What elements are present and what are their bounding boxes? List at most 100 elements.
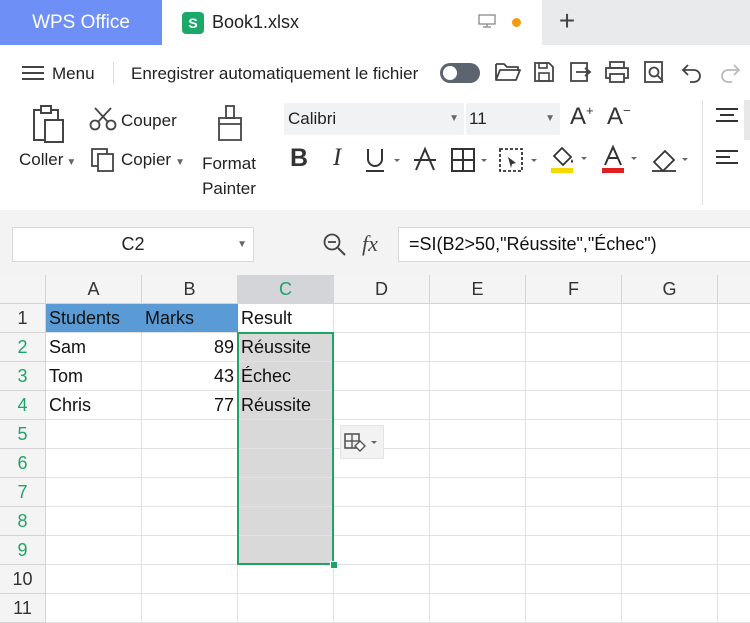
cell-a7[interactable]: [46, 478, 142, 507]
cell-e5[interactable]: [430, 420, 526, 449]
borders-icon[interactable]: [450, 147, 492, 175]
bold-button[interactable]: B: [290, 144, 308, 173]
menu-button[interactable]: Menu: [52, 64, 95, 84]
zoom-formula-icon[interactable]: [322, 232, 348, 258]
cell-d2[interactable]: [334, 333, 430, 362]
cell-g1[interactable]: [622, 304, 718, 333]
cell-b6[interactable]: [142, 449, 238, 478]
cell-e9[interactable]: [430, 536, 526, 565]
row-header-4[interactable]: 4: [0, 391, 46, 420]
cell-f2[interactable]: [526, 333, 622, 362]
cell-d7[interactable]: [334, 478, 430, 507]
cell-e8[interactable]: [430, 507, 526, 536]
font-size-select[interactable]: 11 ▼: [466, 103, 560, 135]
cell-c1[interactable]: Result: [238, 304, 334, 333]
print-icon[interactable]: [604, 60, 630, 84]
column-header-e[interactable]: E: [430, 275, 526, 304]
cell-a5[interactable]: [46, 420, 142, 449]
cell-e2[interactable]: [430, 333, 526, 362]
copy-button[interactable]: Copier ▼: [121, 150, 185, 170]
cell-c8[interactable]: [238, 507, 334, 536]
fill-handle[interactable]: [330, 561, 338, 569]
cell-c2[interactable]: Réussite: [238, 333, 334, 362]
tab-document[interactable]: S Book1.xlsx: [162, 0, 542, 45]
align-left-icon[interactable]: [716, 150, 740, 166]
paste-button[interactable]: Coller ▼: [19, 150, 76, 170]
fill-color-icon[interactable]: [548, 144, 592, 176]
cell-d10[interactable]: [334, 565, 430, 594]
cell-a10[interactable]: [46, 565, 142, 594]
cell-d9[interactable]: [334, 536, 430, 565]
cell-f6[interactable]: [526, 449, 622, 478]
cell-h3[interactable]: [718, 362, 750, 391]
underline-icon[interactable]: [364, 147, 404, 175]
column-header-f[interactable]: F: [526, 275, 622, 304]
cell-f8[interactable]: [526, 507, 622, 536]
cut-button[interactable]: Couper: [121, 111, 177, 131]
cell-f7[interactable]: [526, 478, 622, 507]
formula-input[interactable]: =SI(B2>50,"Réussite","Échec"): [398, 227, 750, 262]
cell-f5[interactable]: [526, 420, 622, 449]
row-header-11[interactable]: 11: [0, 594, 46, 623]
cell-a11[interactable]: [46, 594, 142, 623]
cell-b1[interactable]: Marks: [142, 304, 238, 333]
row-header-9[interactable]: 9: [0, 536, 46, 565]
cell-c9[interactable]: [238, 536, 334, 565]
redo-icon[interactable]: [718, 60, 742, 84]
cell-c3[interactable]: Échec: [238, 362, 334, 391]
cell-e1[interactable]: [430, 304, 526, 333]
cell-b3[interactable]: 43: [142, 362, 238, 391]
font-color-icon[interactable]: [600, 144, 644, 176]
cell-h5[interactable]: [718, 420, 750, 449]
cell-b8[interactable]: [142, 507, 238, 536]
ribbon-scrollbar[interactable]: [744, 100, 750, 140]
paste-dropdown-icon[interactable]: ▼: [66, 157, 76, 168]
cell-g4[interactable]: [622, 391, 718, 420]
cell-g8[interactable]: [622, 507, 718, 536]
row-header-3[interactable]: 3: [0, 362, 46, 391]
cell-h10[interactable]: [718, 565, 750, 594]
cell-f1[interactable]: [526, 304, 622, 333]
column-header-c[interactable]: C: [238, 275, 334, 304]
undo-icon[interactable]: [680, 60, 704, 84]
row-header-6[interactable]: 6: [0, 449, 46, 478]
cell-c10[interactable]: [238, 565, 334, 594]
cell-d3[interactable]: [334, 362, 430, 391]
cell-f9[interactable]: [526, 536, 622, 565]
cell-e6[interactable]: [430, 449, 526, 478]
row-header-7[interactable]: 7: [0, 478, 46, 507]
cell-d8[interactable]: [334, 507, 430, 536]
hamburger-icon[interactable]: [22, 65, 46, 81]
copy-dropdown-icon[interactable]: ▼: [175, 157, 185, 168]
align-top-icon[interactable]: [716, 108, 740, 122]
column-header-g[interactable]: G: [622, 275, 718, 304]
insert-function-button[interactable]: fx: [362, 231, 378, 257]
cell-a2[interactable]: Sam: [46, 333, 142, 362]
eraser-icon[interactable]: [650, 146, 692, 174]
copy-icon[interactable]: [90, 147, 116, 173]
column-header-d[interactable]: D: [334, 275, 430, 304]
column-header-a[interactable]: A: [46, 275, 142, 304]
cell-d1[interactable]: [334, 304, 430, 333]
name-box[interactable]: C2 ▼: [12, 227, 254, 262]
cell-g7[interactable]: [622, 478, 718, 507]
tab-wps-office[interactable]: WPS Office: [0, 0, 162, 45]
cell-f3[interactable]: [526, 362, 622, 391]
cell-b4[interactable]: 77: [142, 391, 238, 420]
row-header-2[interactable]: 2: [0, 333, 46, 362]
row-header-1[interactable]: 1: [0, 304, 46, 333]
cell-g2[interactable]: [622, 333, 718, 362]
row-header-8[interactable]: 8: [0, 507, 46, 536]
cell-b5[interactable]: [142, 420, 238, 449]
cell-h1[interactable]: [718, 304, 750, 333]
print-preview-icon[interactable]: [642, 60, 668, 84]
decrease-font-button[interactable]: A−: [607, 103, 631, 131]
cell-h11[interactable]: [718, 594, 750, 623]
cell-f4[interactable]: [526, 391, 622, 420]
cell-h7[interactable]: [718, 478, 750, 507]
font-name-select[interactable]: Calibri ▼: [284, 103, 464, 135]
cell-b11[interactable]: [142, 594, 238, 623]
scissors-icon[interactable]: [89, 106, 117, 132]
cell-e10[interactable]: [430, 565, 526, 594]
format-painter-button[interactable]: Format Painter: [200, 151, 258, 201]
